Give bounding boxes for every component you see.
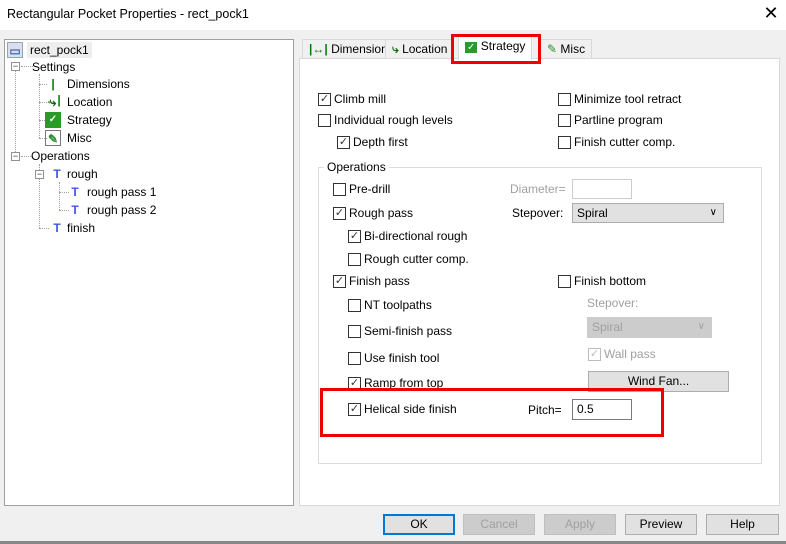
location-icon: ⤷ [392, 42, 399, 56]
tree-dimensions[interactable]: Dimensions [67, 76, 130, 92]
checkbox-box[interactable] [558, 135, 571, 149]
close-icon[interactable]: ✕ [762, 3, 780, 25]
chevron-down-icon: ∨ [709, 207, 717, 218]
individual-rough-levels-checkbox[interactable]: Individual rough levels [318, 112, 453, 128]
tree-settings[interactable]: Settings [32, 59, 75, 75]
strategy-icon: ✓ [45, 112, 61, 128]
finish-cutter-comp-label: Finish cutter comp. [574, 135, 676, 149]
collapse-rough-icon[interactable]: − [35, 170, 44, 179]
tool-icon: T [71, 185, 79, 199]
checkbox-box[interactable]: ✓ [337, 135, 350, 149]
individual-rough-levels-label: Individual rough levels [334, 113, 453, 127]
part-icon: ▭ [7, 42, 23, 58]
finish-stepover-select[interactable]: Spiral ∨ [587, 317, 712, 338]
checkbox-box[interactable] [558, 113, 571, 127]
checkbox-box[interactable] [558, 92, 571, 106]
tree-rough-pass-1[interactable]: rough pass 1 [87, 184, 156, 200]
minimize-tool-retract-label: Minimize tool retract [574, 92, 682, 106]
dimensions-icon: |↔| [45, 77, 61, 107]
finish-stepover-value: Spiral [592, 320, 623, 334]
chevron-down-icon: ∨ [697, 321, 705, 332]
tree-finish[interactable]: finish [67, 220, 95, 236]
collapse-settings-icon[interactable]: − [11, 62, 20, 71]
tree-root[interactable]: rect_pock1 [27, 42, 92, 58]
checkbox-box[interactable] [318, 113, 331, 127]
depth-first-checkbox[interactable]: ✓ Depth first [337, 134, 408, 150]
misc-icon: ✎ [45, 130, 61, 146]
tree-operations[interactable]: Operations [31, 148, 90, 164]
tree-rough-pass-2[interactable]: rough pass 2 [87, 202, 156, 218]
dimensions-icon: |↔| [309, 42, 328, 56]
finish-stepover-label: Stepover: [587, 296, 639, 310]
stepover-select[interactable]: Spiral ∨ [572, 203, 724, 223]
diameter-label: Diameter= [510, 182, 566, 196]
tool-icon: T [71, 203, 79, 217]
operations-group-label: Operations [324, 160, 389, 174]
misc-icon: ✎ [547, 42, 558, 56]
finish-cutter-comp-checkbox[interactable]: Finish cutter comp. [558, 134, 675, 150]
highlight-strategy-tab [451, 34, 541, 64]
tree-view[interactable]: ▭ rect_pock1 − Settings |↔| Dimensions ⤷… [4, 39, 294, 506]
location-icon: ⤷ [49, 95, 57, 109]
climb-mill-label: Climb mill [334, 92, 386, 106]
partline-program-label: Partline program [574, 113, 663, 127]
checkbox-box[interactable]: ✓ [318, 92, 331, 106]
tab-misc[interactable]: ✎ Misc [540, 39, 593, 59]
tree-rough[interactable]: rough [67, 166, 98, 182]
apply-button[interactable]: Apply [544, 514, 616, 535]
stepover-value: Spiral [577, 206, 608, 220]
minimize-tool-retract-checkbox[interactable]: Minimize tool retract [558, 91, 681, 107]
ok-button[interactable]: OK [383, 514, 455, 535]
tab-location[interactable]: ⤷ Location [385, 39, 455, 59]
preview-button[interactable]: Preview [625, 514, 697, 535]
tool-icon: T [53, 221, 61, 235]
depth-first-label: Depth first [353, 135, 408, 149]
climb-mill-checkbox[interactable]: ✓ Climb mill [318, 91, 386, 107]
tree-strategy[interactable]: Strategy [67, 112, 112, 128]
collapse-operations-icon[interactable]: − [11, 152, 20, 161]
tool-icon: T [53, 167, 61, 181]
tree-location[interactable]: Location [67, 94, 112, 110]
tree-misc[interactable]: Misc [67, 130, 92, 146]
partline-program-checkbox[interactable]: Partline program [558, 112, 663, 128]
stepover-label: Stepover: [512, 206, 564, 220]
diameter-input[interactable] [572, 179, 632, 199]
cancel-button[interactable]: Cancel [463, 514, 535, 535]
window-title: Rectangular Pocket Properties - rect_poc… [7, 7, 249, 21]
highlight-helical-side-finish [320, 388, 664, 437]
help-button[interactable]: Help [706, 514, 779, 535]
